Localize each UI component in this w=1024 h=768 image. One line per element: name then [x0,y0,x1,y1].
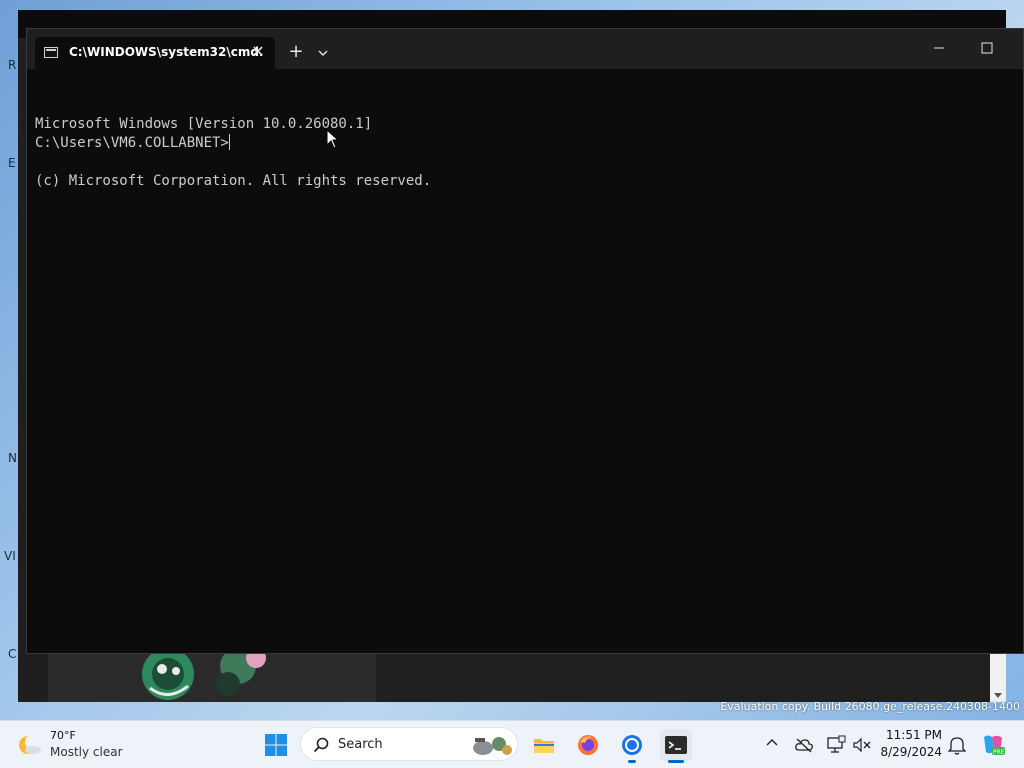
desktop-edge-letter: E [8,156,16,170]
folder-icon [534,739,554,753]
chevron-up-icon [766,739,778,746]
desktop-edge-letter: R [8,58,17,72]
new-tab-button[interactable]: + [284,41,308,65]
clock-date: 8/29/2024 [880,745,942,759]
output-line: (c) Microsoft Corporation. All rights re… [35,173,432,189]
desktop-edge-letter: C [8,647,17,661]
search-placeholder: Search [338,737,383,752]
terminal-output[interactable]: Microsoft Windows [Version 10.0.26080.1]… [35,77,1015,647]
network-button[interactable] [826,735,846,755]
weather-temperature: 70°F [50,729,76,742]
minimize-icon [934,47,944,49]
active-indicator [668,760,684,763]
moon-weather-icon [19,734,41,754]
scroll-down-arrow-icon[interactable] [994,693,1002,698]
file-explorer-button[interactable] [528,729,560,761]
desktop-edge-letter: N [8,451,17,465]
svg-text:PRE: PRE [993,749,1005,756]
system-clock[interactable]: 11:51 PM 8/29/2024 [880,727,942,761]
firefox-icon [578,735,598,755]
monitor-network-icon [827,735,846,753]
evaluation-watermark: Evaluation copy. Build 26080.ge_release.… [720,700,1020,713]
tab-dropdown-button[interactable] [313,43,333,63]
command-prompt: C:\Users\VM6.COLLABNET> [35,135,229,151]
windows-logo-icon [265,734,287,756]
terminal-window[interactable]: C:\WINDOWS\system32\cmd. ✕ + Microsoft W… [26,28,1024,654]
taskbar: 70°F Mostly clear Search 11:51 PM 8/29/2… [0,720,1024,768]
clock-time: 11:51 PM [886,728,942,742]
desktop-left-edge: R E N VI C [0,0,20,720]
chrome-icon [622,735,642,755]
terminal-taskbar-button[interactable] [660,729,692,763]
cmd-icon [44,47,58,58]
tab-title: C:\WINDOWS\system32\cmd. [69,45,264,59]
onedrive-button[interactable] [794,735,814,755]
maximize-icon [981,42,993,54]
speaker-muted-icon [853,737,871,753]
prompt-line[interactable]: C:\Users\VM6.COLLABNET> [35,134,230,153]
mouse-pointer-icon [326,129,340,149]
chrome-button[interactable] [616,729,648,763]
search-highlight-icon [473,737,512,755]
text-cursor [228,134,230,150]
notifications-button[interactable] [947,735,967,755]
desktop-edge-letter: VI [4,549,16,563]
volume-button[interactable] [852,735,872,755]
minimize-button[interactable] [923,37,955,59]
show-hidden-icons-button[interactable] [764,735,780,751]
copilot-icon: PRE [984,735,1005,756]
search-icon [313,737,329,753]
terminal-icon [665,736,687,754]
taskbar-search[interactable]: Search [300,727,518,761]
start-button[interactable] [264,733,288,757]
close-tab-button[interactable]: ✕ [247,41,269,63]
bell-icon [947,737,967,755]
cloud-offline-icon [795,738,813,753]
firefox-button[interactable] [572,729,604,761]
copilot-button[interactable]: PRE [980,733,1006,757]
weather-widget[interactable]: 70°F Mostly clear [18,729,128,761]
maximize-button[interactable] [971,37,1003,59]
terminal-titlebar[interactable]: C:\WINDOWS\system32\cmd. ✕ + [27,29,1023,69]
running-indicator [628,760,636,763]
tab-cmd[interactable]: C:\WINDOWS\system32\cmd. ✕ [35,37,275,69]
weather-description: Mostly clear [50,745,123,759]
output-line: Microsoft Windows [Version 10.0.26080.1] [35,116,373,132]
chevron-down-icon [318,50,328,56]
